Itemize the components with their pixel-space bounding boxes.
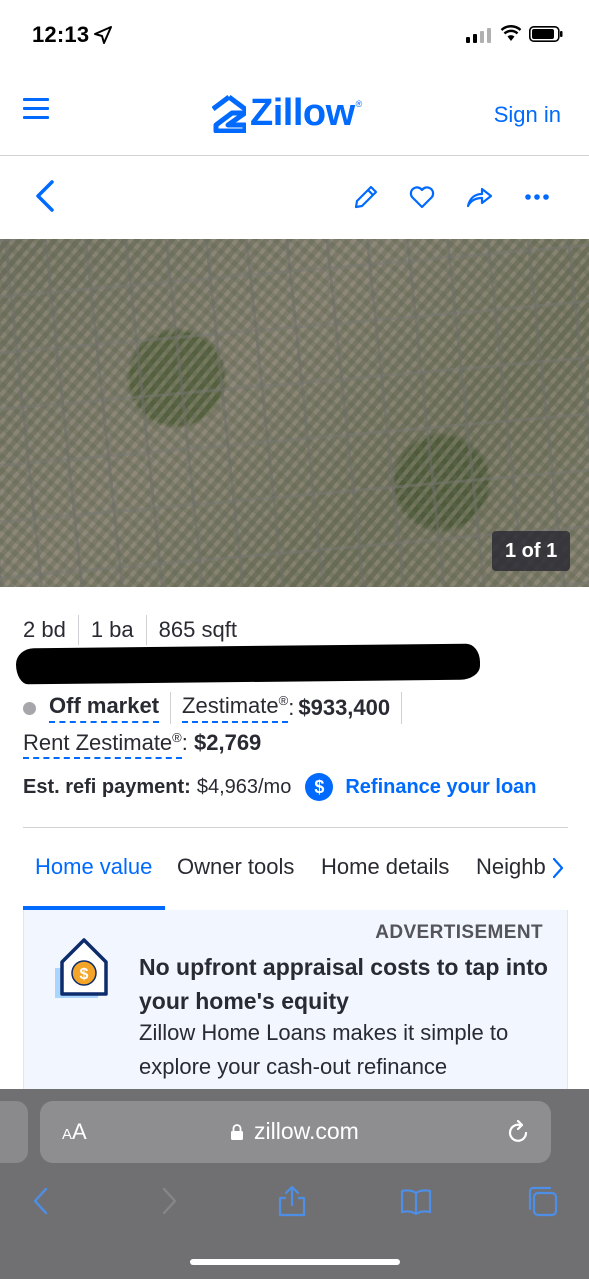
- tab-home-details[interactable]: Home details: [321, 854, 449, 880]
- status-time: 12:13: [32, 22, 90, 47]
- refi-value: $4,963/mo: [196, 775, 292, 798]
- rent-zestimate-value: $2,769: [194, 730, 262, 755]
- tabs-scroll-right-icon[interactable]: [551, 856, 565, 880]
- cellular-signal-icon: [466, 28, 491, 43]
- zestimate-label[interactable]: Zestimate®: [182, 693, 289, 723]
- home-facts: 2 bd 1 ba 865 sqft: [23, 615, 237, 645]
- baths-count: 1 ba: [90, 617, 134, 642]
- zillow-house-mark-icon: [212, 94, 246, 133]
- square-footage: 865 sqft: [158, 617, 237, 642]
- top-navigation: Zillow ® Sign in: [0, 66, 589, 156]
- battery-icon: [529, 26, 563, 42]
- ad-body: Zillow Home Loans makes it simple to exp…: [139, 1020, 509, 1079]
- browser-share-icon[interactable]: [276, 1185, 308, 1217]
- status-divider: [401, 692, 403, 724]
- section-tabs: Home value Owner tools Home details Neig…: [23, 828, 589, 910]
- address-bar[interactable]: AA zillow.com: [40, 1101, 551, 1163]
- tabs-overview-icon[interactable]: [526, 1185, 558, 1217]
- refi-payment-row: Est. refi payment: $4,963/mo $ Refinance…: [23, 773, 537, 801]
- edit-pencil-icon[interactable]: [352, 183, 380, 211]
- home-indicator: [190, 1259, 400, 1265]
- advertisement-label: ADVERTISEMENT: [375, 922, 543, 943]
- lock-icon: [231, 1124, 243, 1140]
- status-dot-icon: [23, 701, 36, 715]
- advertisement-card[interactable]: ADVERTISEMENT $ No upfront appraisal cos…: [23, 910, 568, 1100]
- zillow-logo[interactable]: Zillow ®: [212, 92, 362, 135]
- listing-action-bar: [0, 157, 589, 239]
- dollar-circle-icon: $: [305, 773, 334, 801]
- previous-tab-preview[interactable]: [0, 1101, 28, 1163]
- refi-label: Est. refi payment:: [23, 775, 191, 798]
- safari-toolbar: AA zillow.com: [0, 1089, 589, 1279]
- browser-back-icon[interactable]: [26, 1185, 58, 1217]
- wifi-icon: [500, 25, 522, 41]
- bookmarks-icon[interactable]: [400, 1185, 432, 1217]
- url-text: zillow.com: [254, 1118, 359, 1144]
- ad-headline: No upfront appraisal costs to tap into y…: [139, 954, 548, 1014]
- ios-status-bar: 12:13: [0, 0, 589, 66]
- brand-registered-mark: ®: [355, 98, 363, 109]
- tab-owner-tools[interactable]: Owner tools: [177, 854, 294, 880]
- svg-text:$: $: [80, 966, 89, 983]
- menu-icon[interactable]: [23, 98, 49, 120]
- zestimate-value: $933,400: [298, 695, 391, 720]
- rent-zestimate-label[interactable]: Rent Zestimate®: [23, 730, 182, 759]
- more-options-icon[interactable]: [523, 183, 551, 211]
- back-chevron-icon[interactable]: [34, 179, 56, 213]
- tab-neighborhood[interactable]: Neighb: [476, 854, 546, 880]
- market-status-row: Off market Zestimate® : $933,400: [23, 692, 413, 724]
- photo-counter-badge: 1 of 1: [492, 531, 571, 571]
- status-divider: [170, 692, 172, 724]
- reader-aa-button[interactable]: AA: [62, 1119, 87, 1145]
- house-dollar-icon: $: [55, 938, 108, 998]
- sign-in-link[interactable]: Sign in: [494, 102, 561, 128]
- save-heart-icon[interactable]: [408, 183, 436, 211]
- browser-forward-icon[interactable]: [152, 1185, 184, 1217]
- refinance-link[interactable]: Refinance your loan: [345, 776, 536, 799]
- location-arrow-icon: [94, 26, 112, 44]
- share-arrow-icon[interactable]: [465, 183, 493, 211]
- fact-divider: [77, 615, 79, 645]
- rent-zestimate-row: Rent Zestimate®: $2,769: [23, 730, 262, 759]
- brand-name: Zillow: [250, 92, 355, 134]
- redacted-address: [15, 643, 481, 685]
- fact-divider: [145, 615, 147, 645]
- beds-count: 2 bd: [23, 617, 66, 642]
- reload-icon[interactable]: [507, 1119, 531, 1145]
- tab-home-value[interactable]: Home value: [35, 854, 152, 880]
- off-market-status[interactable]: Off market: [49, 693, 160, 723]
